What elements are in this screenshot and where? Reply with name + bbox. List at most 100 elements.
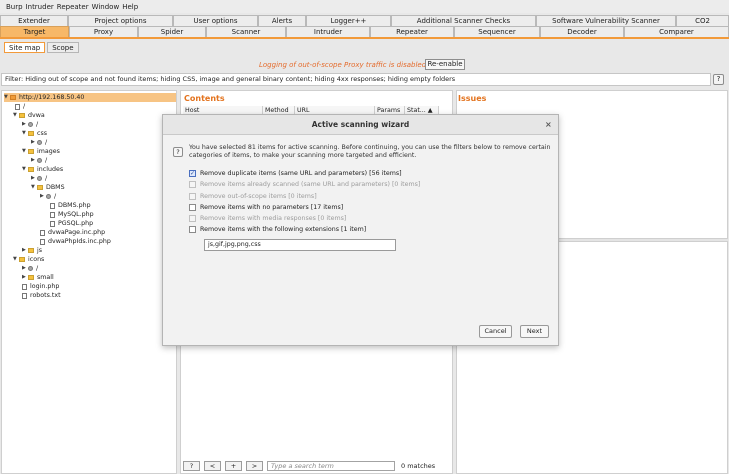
folder-icon: [28, 248, 34, 253]
tree-node-label: /: [45, 139, 48, 146]
tree-node-images[interactable]: ▼ images: [22, 147, 60, 156]
tree-node-label: DBMS: [46, 184, 65, 191]
folder-icon: [19, 113, 25, 118]
checkbox[interactable]: [189, 204, 196, 211]
tab-comparer[interactable]: Comparer: [624, 26, 729, 37]
tab-extender[interactable]: Extender: [0, 15, 68, 26]
search-add-button[interactable]: +: [225, 461, 242, 471]
tab-proxy[interactable]: Proxy: [69, 26, 138, 37]
tree-node-dbms-root[interactable]: ▶ /: [40, 192, 56, 201]
tree-node-host[interactable]: ▼ http://192.168.50.40: [4, 93, 176, 102]
tab-decoder[interactable]: Decoder: [540, 26, 624, 37]
option-remove-out-of-scope: Remove out-of-scope items [0 items]: [189, 192, 317, 201]
tab-software-vulnerability-scanner[interactable]: Software Vulnerability Scanner: [536, 15, 676, 26]
tree-node-label: robots.txt: [30, 292, 61, 299]
filter-bar[interactable]: Filter: Hiding out of scope and not foun…: [1, 73, 711, 86]
next-button[interactable]: Next: [520, 325, 549, 338]
menu-help[interactable]: Help: [122, 3, 138, 11]
tree-node-label: dvwa: [28, 112, 45, 119]
page-icon: [40, 238, 45, 245]
tree-node-login-php[interactable]: login.php: [22, 282, 59, 291]
dialog-intro-text: You have selected 81 items for active sc…: [189, 144, 551, 159]
tree-node-icons[interactable]: ▼ icons: [13, 255, 44, 264]
tree-node-small[interactable]: ▶ small: [22, 273, 54, 282]
option-label: Remove items already scanned (same URL a…: [200, 181, 421, 188]
menu-bar: Burp Intruder Repeater Window Help: [0, 0, 729, 13]
tree-node-robots-txt[interactable]: robots.txt: [22, 291, 61, 300]
page-icon: [50, 220, 55, 227]
filter-help-button[interactable]: ?: [713, 74, 724, 85]
re-enable-button[interactable]: Re-enable: [425, 59, 465, 70]
site-map-tree: ▼ http://192.168.50.40 / ▼ dvwa ▶ / ▼ cs…: [1, 90, 177, 474]
target-subtabs: Site map Scope: [4, 42, 81, 53]
tree-node-css[interactable]: ▼ css: [22, 129, 47, 138]
gear-icon: [37, 140, 42, 145]
tree-node-images-root[interactable]: ▶ /: [31, 156, 47, 165]
option-label: Remove items with the following extensio…: [200, 226, 367, 233]
tree-node-label: /: [45, 157, 48, 164]
subtab-site-map[interactable]: Site map: [4, 42, 46, 53]
option-remove-extensions[interactable]: Remove items with the following extensio…: [189, 225, 366, 234]
tree-node-includes-root[interactable]: ▶ /: [31, 174, 47, 183]
proxy-notice: Logging of out-of-scope Proxy traffic is…: [0, 59, 729, 72]
checkbox-checked[interactable]: ✓: [189, 170, 196, 177]
search-next-button[interactable]: >: [246, 461, 263, 471]
tab-alerts[interactable]: Alerts: [258, 15, 306, 26]
page-icon: [22, 283, 27, 290]
tab-co2[interactable]: CO2: [676, 15, 729, 26]
option-remove-duplicates[interactable]: ✓ Remove duplicate items (same URL and p…: [189, 169, 402, 178]
menu-burp[interactable]: Burp: [6, 3, 23, 11]
tab-logger[interactable]: Logger++: [306, 15, 391, 26]
subtab-scope[interactable]: Scope: [47, 42, 79, 53]
tab-spider[interactable]: Spider: [138, 26, 206, 37]
tree-node-label: includes: [37, 166, 64, 173]
tree-node-js[interactable]: ▶ js: [22, 246, 42, 255]
tab-repeater[interactable]: Repeater: [370, 26, 454, 37]
tree-node-css-root[interactable]: ▶ /: [31, 138, 47, 147]
tab-user-options[interactable]: User options: [173, 15, 258, 26]
tab-sequencer[interactable]: Sequencer: [454, 26, 540, 37]
option-remove-already-scanned: Remove items already scanned (same URL a…: [189, 180, 420, 189]
tree-node-includes[interactable]: ▼ includes: [22, 165, 63, 174]
page-icon: [40, 229, 45, 236]
tree-node-pgsql-php[interactable]: PGSQL.php: [50, 219, 93, 228]
host-icon: [10, 95, 16, 100]
menu-window[interactable]: Window: [92, 3, 120, 11]
gear-icon: [37, 158, 42, 163]
tab-row-main: Target Proxy Spider Scanner Intruder Rep…: [0, 26, 729, 39]
tree-node-dbms-php[interactable]: DBMS.php: [50, 201, 91, 210]
tab-scanner[interactable]: Scanner: [206, 26, 286, 37]
dialog-help-button[interactable]: ?: [173, 147, 183, 157]
active-scanning-wizard-dialog: Active scanning wizard × ? You have sele…: [162, 114, 559, 346]
tree-node-label: /: [36, 121, 39, 128]
tab-intruder[interactable]: Intruder: [286, 26, 370, 37]
dialog-title: Active scanning wizard: [311, 120, 410, 129]
tree-node-icons-root[interactable]: ▶ /: [22, 264, 38, 273]
tree-node-dvwaphpids[interactable]: dvwaPhpIds.inc.php: [40, 237, 111, 246]
tab-additional-scanner-checks[interactable]: Additional Scanner Checks: [391, 15, 536, 26]
tab-target[interactable]: Target: [0, 26, 69, 37]
gear-icon: [28, 266, 33, 271]
tree-node-dvwa-root[interactable]: ▶ /: [22, 120, 38, 129]
menu-intruder[interactable]: Intruder: [26, 3, 54, 11]
tree-node-dvwapage[interactable]: dvwaPage.inc.php: [40, 228, 105, 237]
tab-project-options[interactable]: Project options: [68, 15, 173, 26]
tree-node-dbms[interactable]: ▼ DBMS: [31, 183, 65, 192]
tree-node-root[interactable]: /: [15, 102, 25, 111]
extensions-input[interactable]: js,gif,jpg,png,css: [204, 239, 396, 251]
search-bar: ? < + > Type a search term 0 matches: [183, 460, 453, 472]
option-remove-no-parameters[interactable]: Remove items with no parameters [17 item…: [189, 203, 343, 212]
notice-message: Logging of out-of-scope Proxy traffic is…: [259, 61, 427, 69]
tree-node-label: small: [37, 274, 54, 281]
cancel-button[interactable]: Cancel: [479, 325, 512, 338]
close-icon[interactable]: ×: [545, 120, 552, 129]
search-prev-button[interactable]: <: [204, 461, 221, 471]
search-help-button[interactable]: ?: [183, 461, 200, 471]
page-icon: [50, 211, 55, 218]
page-icon: [15, 103, 20, 110]
tree-node-dvwa[interactable]: ▼ dvwa: [13, 111, 45, 120]
tree-node-mysql-php[interactable]: MySQL.php: [50, 210, 94, 219]
search-input[interactable]: Type a search term: [267, 461, 395, 471]
checkbox[interactable]: [189, 226, 196, 233]
menu-repeater[interactable]: Repeater: [57, 3, 89, 11]
